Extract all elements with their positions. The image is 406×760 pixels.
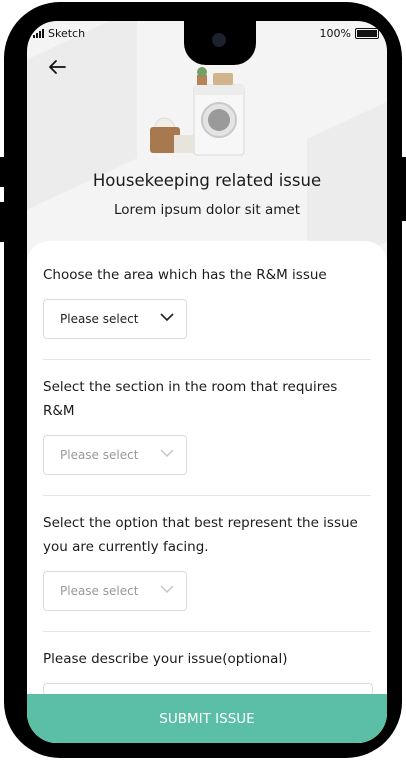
issue-option-select[interactable]: Please select — [43, 571, 187, 611]
back-button[interactable] — [45, 57, 69, 77]
page-subtitle: Lorem ipsum dolor sit amet — [114, 202, 300, 218]
battery-icon — [355, 28, 379, 39]
volume-button — [0, 157, 6, 187]
carrier-label: Sketch — [48, 27, 86, 40]
page-title: Housekeeping related issue — [92, 171, 322, 190]
divider — [43, 359, 371, 360]
power-button — [400, 157, 406, 221]
divider — [43, 631, 371, 632]
battery-percent: 100% — [319, 27, 351, 40]
signal-icon — [33, 29, 44, 38]
arrow-left-icon — [49, 60, 66, 74]
washing-machine-illustration — [150, 67, 245, 156]
section-question: Select the section in the room that requ… — [43, 379, 338, 419]
issue-option-question: Select the option that best represent th… — [43, 515, 358, 555]
area-select[interactable]: Please select — [43, 299, 187, 339]
chevron-down-icon — [160, 585, 174, 593]
description-question: Please describe your issue(optional) — [43, 651, 288, 667]
camera-icon — [212, 33, 226, 47]
volume-button — [0, 202, 6, 242]
divider — [43, 495, 371, 496]
chevron-down-icon — [160, 449, 174, 457]
background-decoration — [27, 21, 137, 224]
app-screen: Sketch 100% Housekeeping related issue L… — [27, 21, 387, 743]
submit-issue-button[interactable]: SUBMIT ISSUE — [27, 694, 387, 743]
area-question: Choose the area which has the R&M issue — [43, 267, 327, 283]
section-select[interactable]: Please select — [43, 435, 187, 475]
select-placeholder: Please select — [60, 584, 139, 598]
select-placeholder: Please select — [60, 312, 139, 326]
camera-notch — [184, 21, 256, 65]
chevron-down-icon — [160, 313, 174, 322]
phone-frame: Sketch 100% Housekeeping related issue L… — [0, 2, 406, 758]
select-placeholder: Please select — [60, 448, 139, 462]
issue-form: Choose the area which has the R&M issue … — [27, 241, 387, 743]
